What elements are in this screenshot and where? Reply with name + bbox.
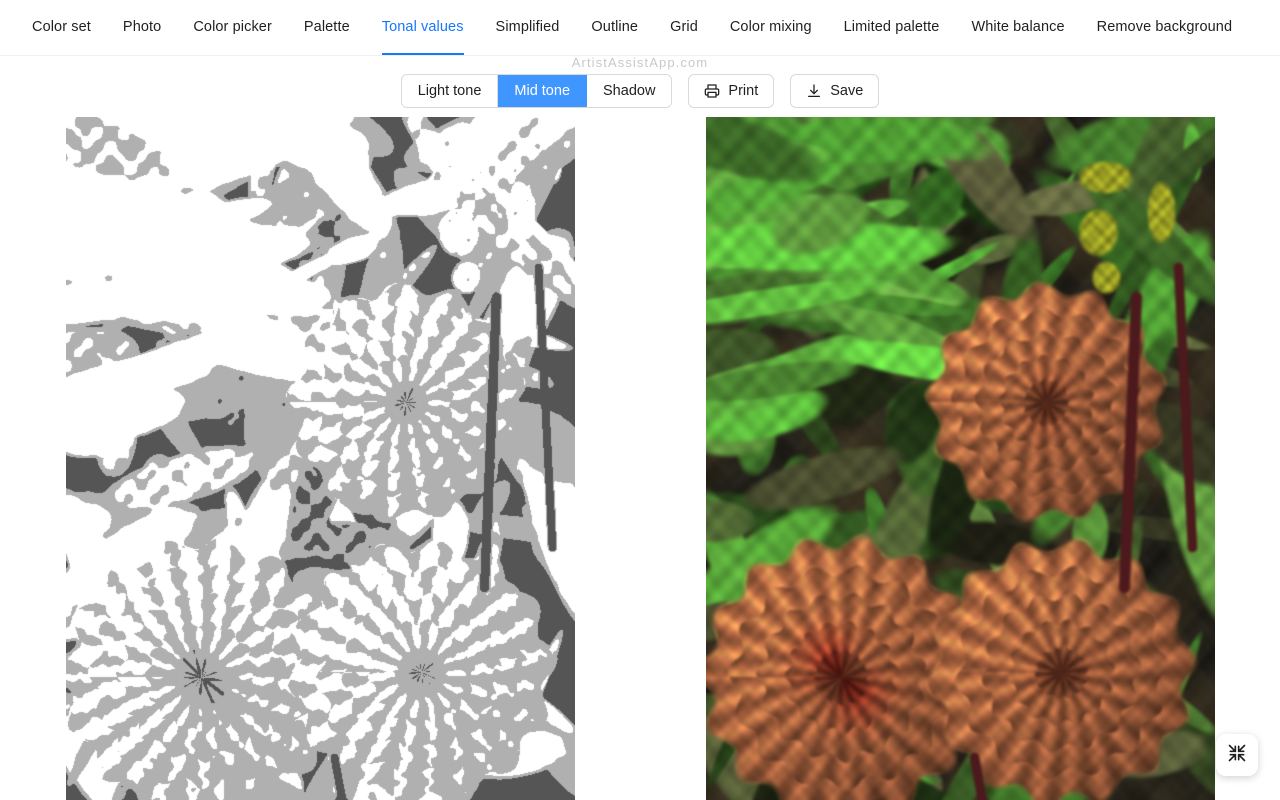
original-photo[interactable] [706, 117, 1215, 800]
tone-toolbar: Light tone Mid tone Shadow Print Save [0, 74, 1280, 108]
tab-photo[interactable]: Photo [107, 0, 177, 55]
compress-arrows-icon [1227, 743, 1247, 768]
tab-remove-background[interactable]: Remove background [1081, 0, 1249, 55]
save-button[interactable]: Save [790, 74, 880, 108]
save-button-label: Save [830, 83, 864, 99]
segment-mid-tone[interactable]: Mid tone [498, 75, 588, 107]
tab-bar: Color set Photo Color picker Palette Ton… [0, 0, 1280, 56]
print-button-label: Print [728, 83, 759, 99]
tab-palette[interactable]: Palette [288, 0, 366, 55]
exit-fullscreen-button[interactable] [1216, 734, 1258, 776]
image-comparison-area [0, 117, 1280, 800]
tab-tonal-values[interactable]: Tonal values [366, 0, 480, 55]
tonal-values-pane[interactable] [66, 117, 575, 800]
tab-color-picker[interactable]: Color picker [177, 0, 288, 55]
segment-light-tone[interactable]: Light tone [401, 75, 499, 107]
tone-segmented-control: Light tone Mid tone Shadow [400, 74, 673, 108]
tab-outline[interactable]: Outline [575, 0, 654, 55]
tonal-values-image[interactable] [66, 117, 575, 800]
tab-grid[interactable]: Grid [654, 0, 714, 55]
segment-shadow[interactable]: Shadow [587, 75, 672, 107]
tab-limited-palette[interactable]: Limited palette [828, 0, 956, 55]
watermark: ArtistAssistApp.com [571, 55, 709, 70]
tab-white-balance[interactable]: White balance [955, 0, 1080, 55]
tab-simplified[interactable]: Simplified [480, 0, 576, 55]
download-icon [806, 83, 822, 99]
original-photo-pane[interactable] [706, 117, 1215, 800]
tab-color-mixing[interactable]: Color mixing [714, 0, 828, 55]
printer-icon [704, 83, 720, 99]
print-button[interactable]: Print [688, 74, 775, 108]
tab-color-set[interactable]: Color set [16, 0, 107, 55]
